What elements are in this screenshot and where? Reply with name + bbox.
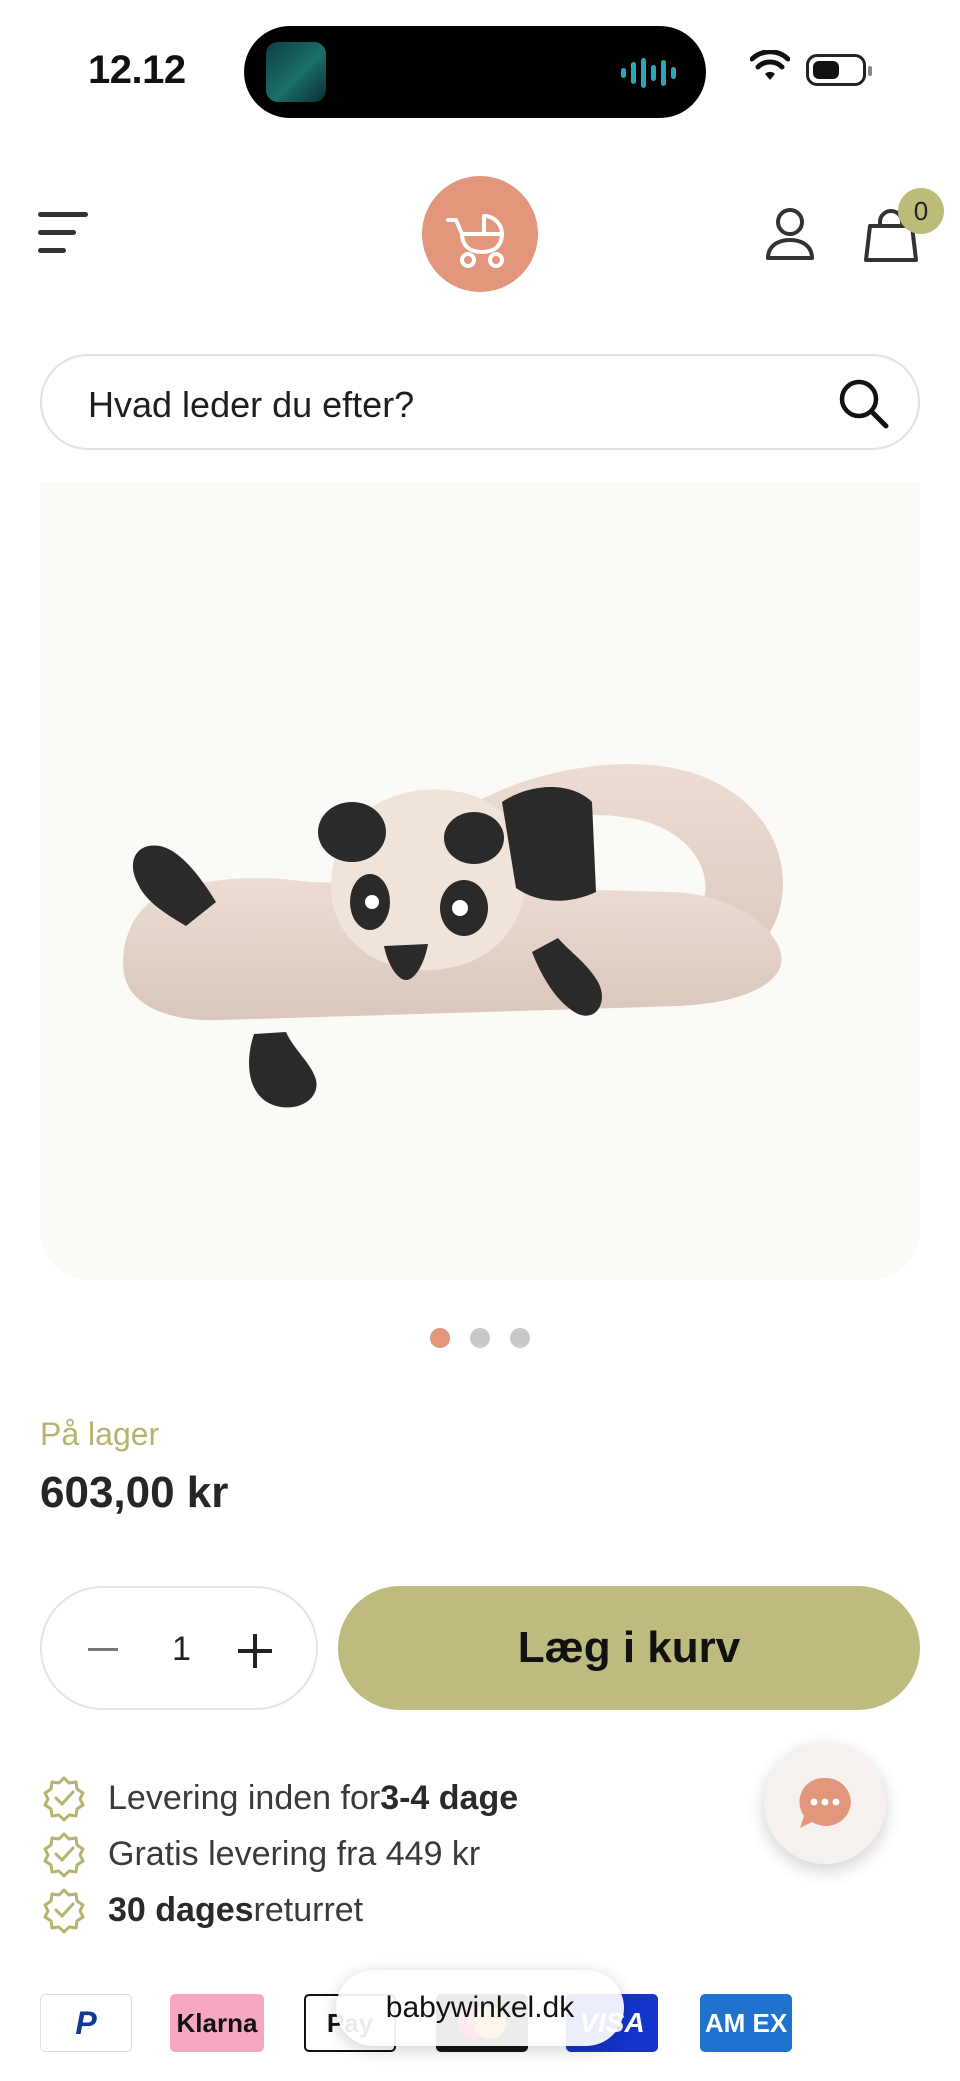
search-input[interactable]: Hvad leder du efter? — [40, 354, 920, 450]
badge-check-icon — [43, 1888, 85, 1934]
battery-icon — [806, 54, 872, 86]
panda-bed-bumper-image — [123, 764, 784, 1108]
chat-button[interactable] — [764, 1742, 886, 1864]
product-price: 603,00 kr — [40, 1468, 229, 1517]
status-bar: 12.12 — [0, 0, 960, 140]
paypal-icon: P — [40, 1994, 132, 2052]
add-to-cart-button[interactable]: Læg i kurv — [338, 1586, 920, 1710]
pagination-dot-active[interactable] — [430, 1328, 450, 1348]
usp-text-bold: 3-4 dage — [380, 1778, 519, 1817]
usp-returns: 30 dages returret — [40, 1882, 518, 1938]
dynamic-island — [244, 26, 706, 118]
user-icon[interactable] — [764, 206, 816, 262]
decrease-quantity-button[interactable] — [88, 1648, 118, 1651]
chat-bubble-icon — [799, 1777, 851, 1828]
usp-list: Levering inden for 3-4 dage Gratis lever… — [40, 1770, 518, 1938]
increase-quantity-button[interactable] — [238, 1634, 272, 1668]
wifi-icon — [750, 50, 790, 80]
badge-check-icon — [43, 1832, 85, 1878]
audio-waveform-icon — [621, 56, 676, 90]
quantity-stepper: 1 — [40, 1586, 318, 1710]
cart-count-badge: 0 — [898, 188, 944, 234]
usp-text-post: returret — [253, 1890, 364, 1929]
usp-delivery: Levering inden for 3-4 dage — [40, 1770, 518, 1826]
search-icon[interactable] — [836, 376, 892, 432]
baby-carriage-icon — [446, 214, 504, 268]
product-image[interactable] — [40, 482, 920, 1280]
hamburger-menu-icon[interactable] — [38, 212, 90, 256]
badge-check-icon — [43, 1776, 85, 1822]
status-time: 12.12 — [88, 48, 186, 92]
pagination-dot[interactable] — [470, 1328, 490, 1348]
usp-text-pre: Gratis levering fra 449 kr — [108, 1834, 481, 1873]
usp-free-shipping: Gratis levering fra 449 kr — [40, 1826, 518, 1882]
browser-url-bar[interactable]: babywinkel.dk — [336, 1970, 624, 2046]
klarna-icon: Klarna — [170, 1994, 264, 2052]
search-placeholder: Hvad leder du efter? — [88, 384, 415, 425]
quantity-value[interactable]: 1 — [172, 1630, 191, 1669]
store-logo[interactable] — [422, 176, 538, 292]
usp-text-pre: Levering inden for — [108, 1778, 381, 1817]
stock-status: På lager — [40, 1416, 160, 1452]
pagination-dot[interactable] — [510, 1328, 530, 1348]
now-playing-artwork — [266, 42, 326, 102]
amex-icon: AM EX — [700, 1994, 792, 2052]
gallery-pagination[interactable] — [430, 1328, 530, 1348]
usp-text-bold: 30 dages — [108, 1890, 254, 1929]
